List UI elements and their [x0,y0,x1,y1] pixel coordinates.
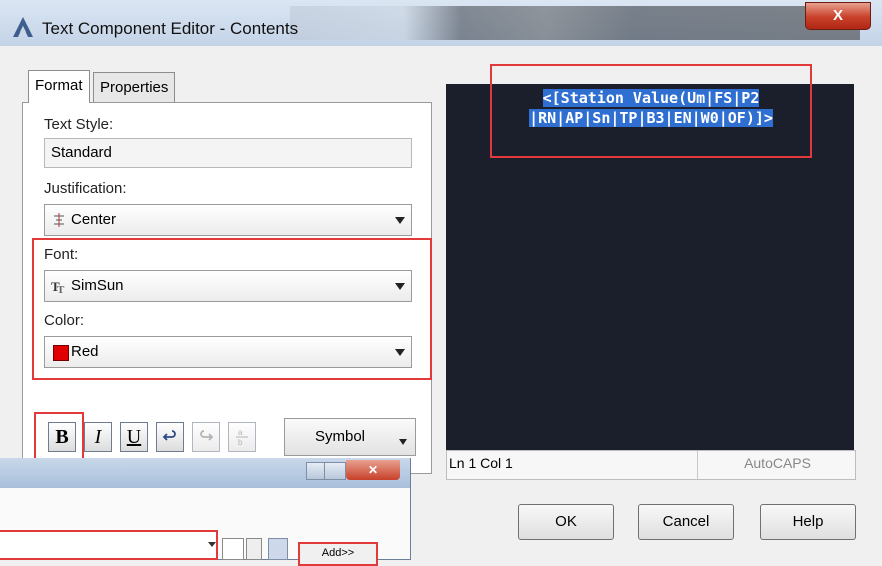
chevron-down-icon [395,217,405,224]
stack-fraction-button[interactable]: a b [228,422,256,452]
tab-properties[interactable]: Properties [93,72,176,103]
redo-button[interactable] [192,422,220,452]
status-bar: Ln 1 Col 1 AutoCAPS [446,450,856,480]
justification-value: Center [71,211,117,228]
redo-icon [200,430,214,441]
status-divider [697,451,698,479]
justification-dropdown[interactable]: Center [44,204,412,236]
grid-icon[interactable] [268,538,288,560]
maximize-button[interactable] [324,462,346,480]
justification-label: Justification: [44,180,127,197]
svg-text:b: b [238,438,243,447]
ok-button[interactable]: OK [518,504,614,540]
align-center-icon [54,213,64,227]
text-style-value: Standard [51,144,112,161]
symbol-label: Symbol [315,428,366,445]
add-button[interactable]: Add>> [298,542,378,566]
blurred-background [290,6,860,40]
window-title: Text Component Editor - Contents [42,19,299,38]
chevron-down-icon [399,439,407,445]
autocad-logo-icon [13,17,33,37]
background-close-button[interactable]: ✕ [346,460,400,480]
help-button[interactable]: Help [760,504,856,540]
text-style-field: Standard [44,138,412,168]
background-input-field[interactable] [0,530,218,560]
close-button[interactable]: X [805,2,871,30]
undo-button[interactable] [156,422,184,452]
field-picker-icon[interactable] [222,538,244,560]
font-color-highlight [32,238,432,380]
italic-button[interactable]: I [84,422,112,452]
cancel-button[interactable]: Cancel [638,504,734,540]
symbol-button[interactable]: Symbol [284,418,416,456]
dropdown-toggle[interactable] [246,538,262,560]
cursor-position: Ln 1 Col 1 [449,455,513,471]
svg-text:a: a [238,428,243,437]
text-style-label: Text Style: [44,116,114,133]
stack-fraction-icon: a b [236,428,248,447]
status-app-name: AutoCAPS [744,455,811,471]
undo-icon [162,430,176,441]
underline-button[interactable]: U [120,422,148,452]
chevron-down-icon [208,542,216,547]
bold-highlight [34,412,84,460]
tab-format[interactable]: Format [28,70,90,103]
content-highlight [490,64,812,158]
